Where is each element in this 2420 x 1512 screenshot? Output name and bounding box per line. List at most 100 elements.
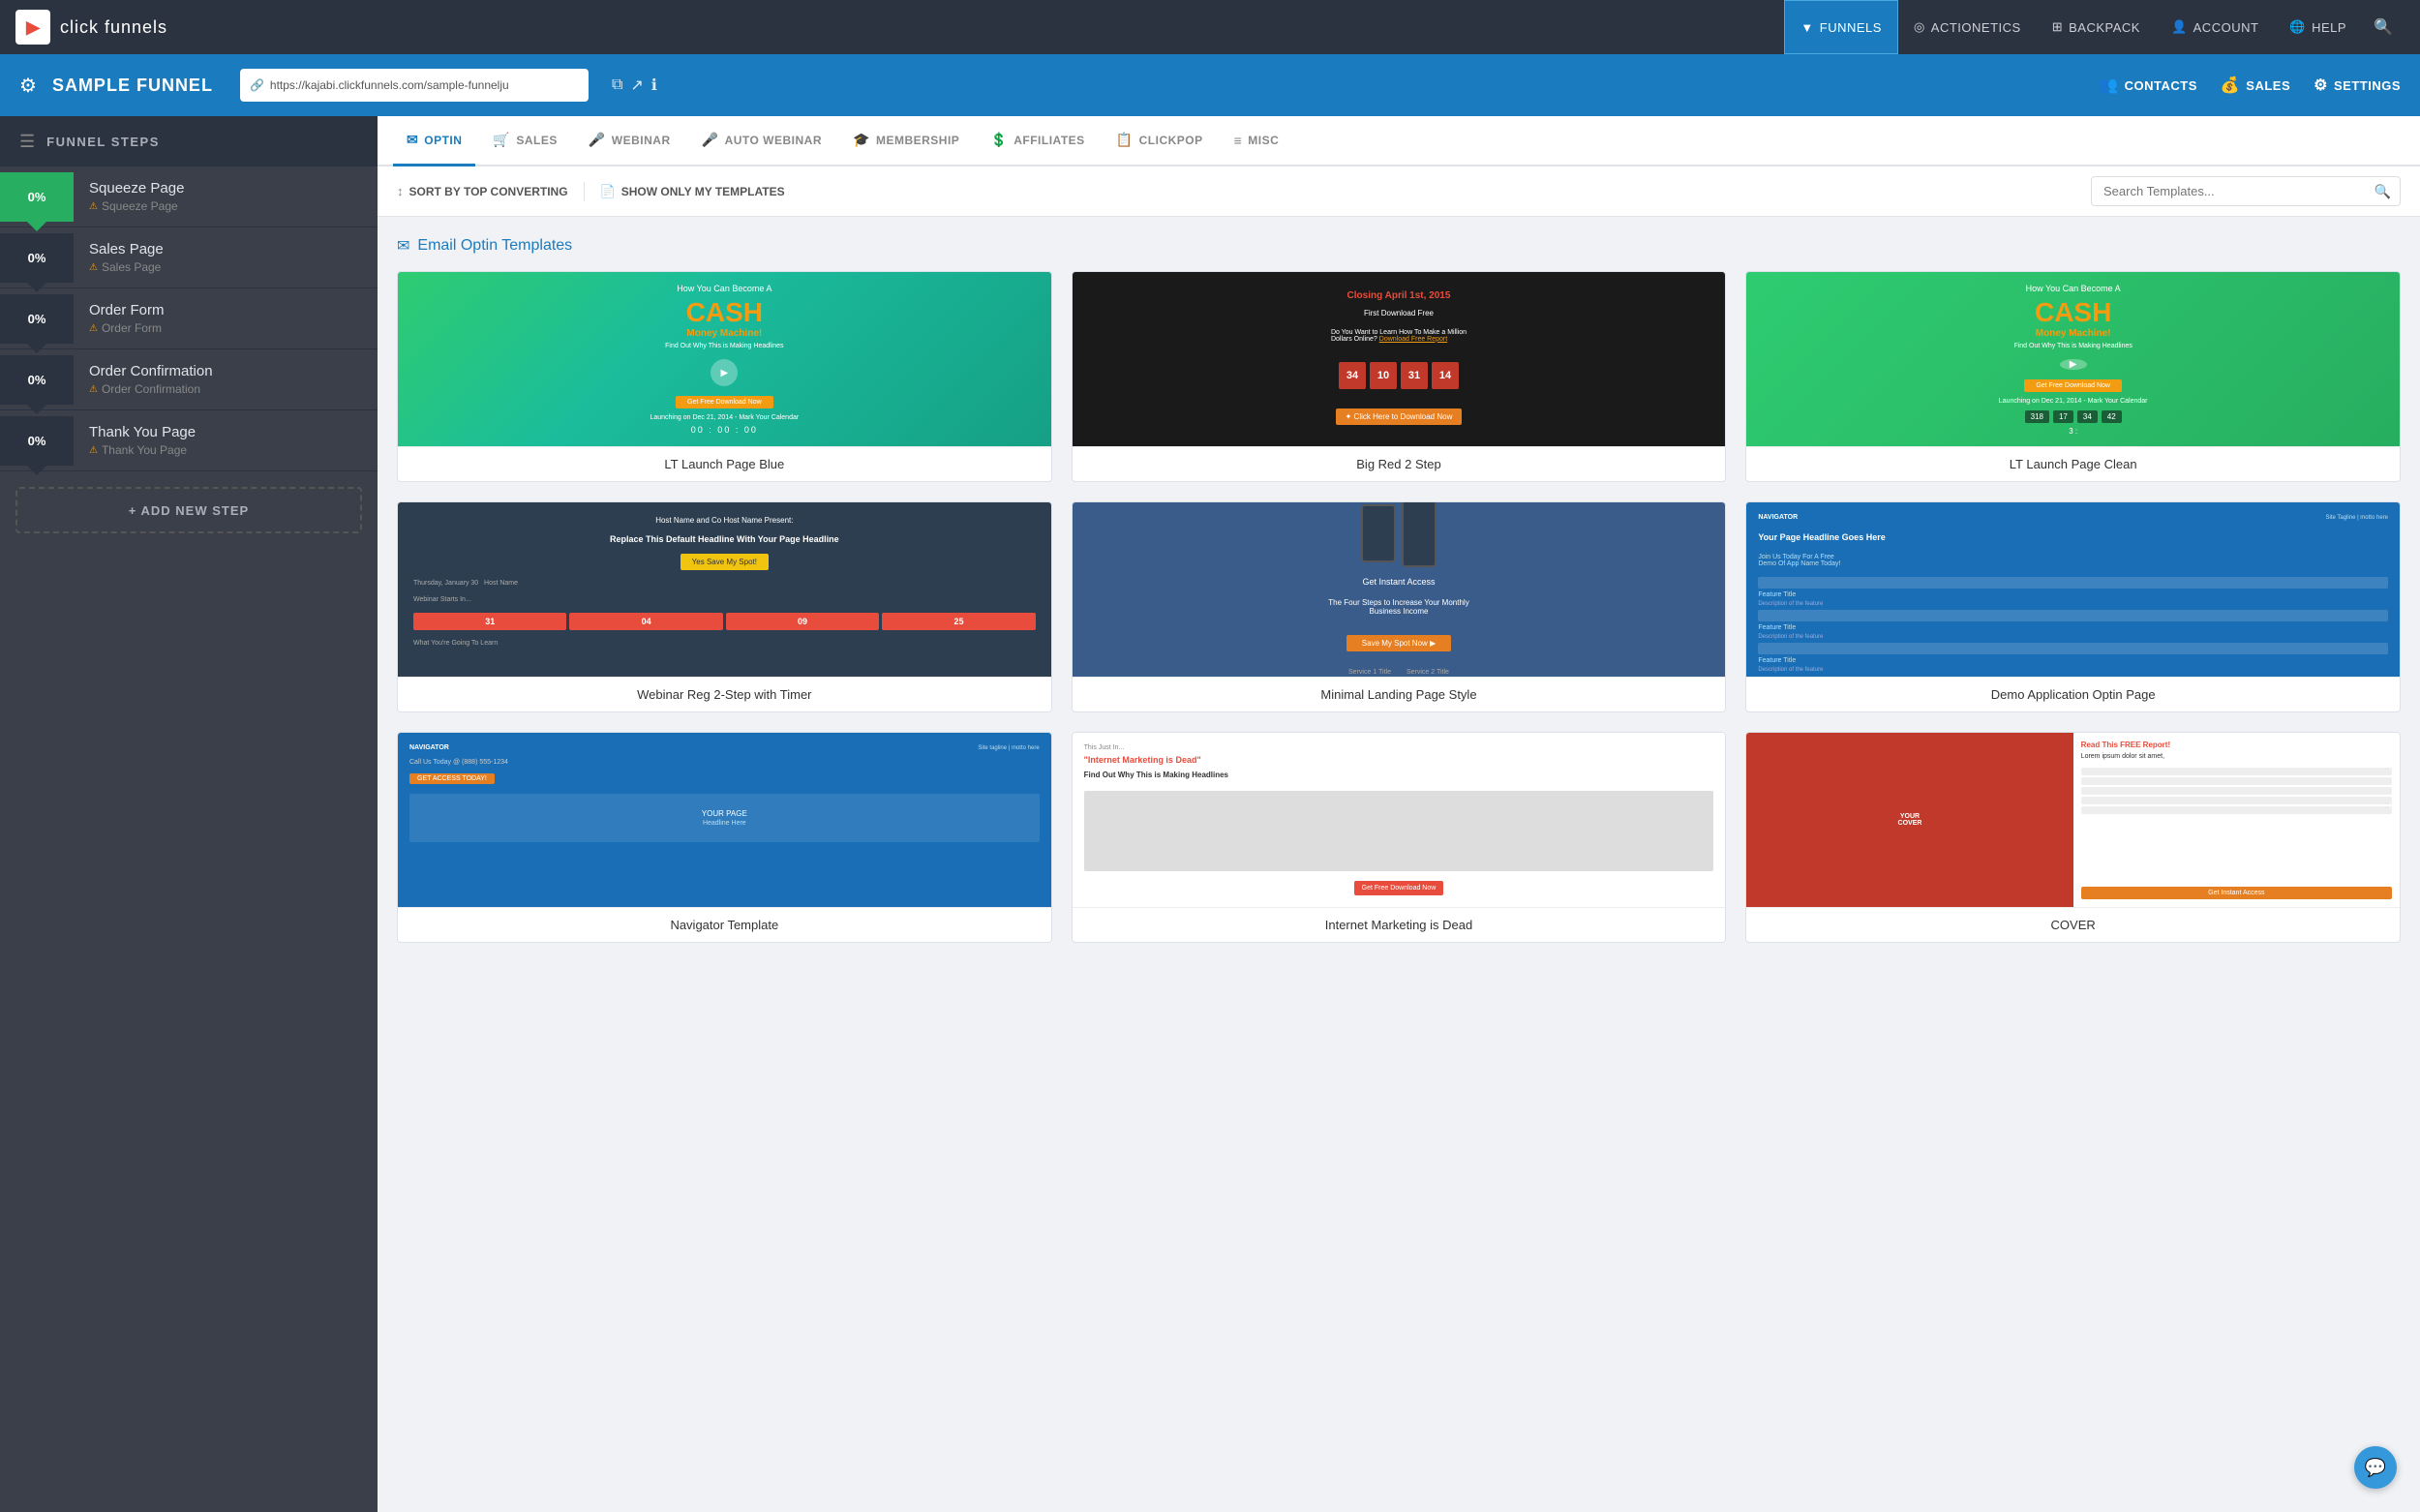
tab-membership[interactable]: 🎓 MEMBERSHIP <box>839 116 973 166</box>
template-thumb-internet: This Just In... "Internet Marketing is D… <box>1073 733 1726 907</box>
email-section-icon: ✉ <box>397 236 409 256</box>
nav-account[interactable]: 👤 ACCOUNT <box>2156 0 2274 54</box>
logo[interactable]: ▶ click funnels <box>15 10 167 45</box>
template-name-minimal: Minimal Landing Page Style <box>1073 677 1726 711</box>
chat-bubble-button[interactable]: 💬 <box>2354 1446 2397 1489</box>
warning-icon: ⚠ <box>89 201 98 212</box>
template-name-big-red: Big Red 2 Step <box>1073 446 1726 481</box>
sales-info: Sales Page ⚠ Sales Page <box>74 227 378 287</box>
template-cover[interactable]: YOURCOVER Read This FREE Report! Lorem i… <box>1745 732 2401 943</box>
thank-you-badge: 0% <box>0 416 74 466</box>
template-name-lt-blue: LT Launch Page Blue <box>398 446 1051 481</box>
warning-icon-4: ⚠ <box>89 384 98 395</box>
logo-text: click funnels <box>60 17 167 38</box>
sort-by-button[interactable]: ↕ SORT BY TOP CONVERTING <box>397 184 568 198</box>
sidebar-item-order-confirmation[interactable]: 0% Order Confirmation ⚠ Order Confirmati… <box>0 349 378 410</box>
template-thumb-lt-blue: How You Can Become A CASH Money Machine!… <box>398 272 1051 446</box>
template-internet[interactable]: This Just In... "Internet Marketing is D… <box>1072 732 1727 943</box>
settings-gear-icon[interactable]: ⚙ <box>19 74 37 98</box>
search-input[interactable] <box>2091 176 2401 206</box>
content-area: ✉ OPTIN 🛒 SALES 🎤 WEBINAR 🎤 AUTO WEBINAR… <box>378 116 2420 1512</box>
order-confirm-badge: 0% <box>0 355 74 405</box>
template-thumb-webinar: Host Name and Co Host Name Present: Repl… <box>398 502 1051 677</box>
thank-you-info: Thank You Page ⚠ Thank You Page <box>74 410 378 470</box>
squeeze-sub: ⚠ Squeeze Page <box>89 199 362 213</box>
order-confirm-sub: ⚠ Order Confirmation <box>89 382 362 396</box>
tab-misc[interactable]: ≡ MISC <box>1221 116 1293 166</box>
badge-arrow-dark <box>27 283 46 292</box>
tab-affiliates[interactable]: 💲 AFFILIATES <box>977 116 1098 166</box>
template-lt-clean[interactable]: How You Can Become A CASH Money Machine!… <box>1745 271 2401 482</box>
search-button[interactable]: 🔍 <box>2362 0 2405 54</box>
tab-clickpop[interactable]: 📋 CLICKPOP <box>1103 116 1217 166</box>
tab-webinar[interactable]: 🎤 WEBINAR <box>575 116 684 166</box>
gear-icon: ⚙ <box>2314 76 2328 95</box>
sort-icon: ↕ <box>397 184 404 198</box>
sidebar-item-squeeze[interactable]: 0% Squeeze Page ⚠ Squeeze Page <box>0 166 378 227</box>
sidebar-item-thank-you[interactable]: 0% Thank You Page ⚠ Thank You Page <box>0 410 378 471</box>
nav-backpack[interactable]: ⊞ BACKPACK <box>2037 0 2156 54</box>
squeeze-info: Squeeze Page ⚠ Squeeze Page <box>74 166 378 227</box>
section-title: ✉ Email Optin Templates <box>397 236 2401 256</box>
misc-tab-icon: ≡ <box>1234 133 1243 148</box>
affiliates-tab-icon: 💲 <box>990 132 1008 148</box>
template-big-red[interactable]: Closing April 1st, 2015 First Download F… <box>1072 271 1727 482</box>
order-form-sub: ⚠ Order Form <box>89 321 362 335</box>
squeeze-badge: 0% <box>0 172 74 222</box>
tab-optin[interactable]: ✉ OPTIN <box>393 116 475 166</box>
template-name-internet: Internet Marketing is Dead <box>1073 907 1726 942</box>
template-minimal[interactable]: Get Instant Access The Four Steps to Inc… <box>1072 501 1727 712</box>
templates-section: ✉ Email Optin Templates How You Can Beco… <box>378 217 2420 1512</box>
template-navigator[interactable]: NAVIGATOR Site tagline | motto here Call… <box>397 732 1052 943</box>
sidebar: ☰ FUNNEL STEPS 0% Squeeze Page ⚠ Squeeze… <box>0 116 378 1512</box>
warning-icon-5: ⚠ <box>89 445 98 456</box>
template-demo[interactable]: NAVIGATOR Site Tagline | motto here Your… <box>1745 501 2401 712</box>
search-icon: 🔍 <box>2375 183 2391 199</box>
squeeze-title: Squeeze Page <box>89 180 362 197</box>
sidebar-item-sales[interactable]: 0% Sales Page ⚠ Sales Page <box>0 227 378 288</box>
info-icon[interactable]: ℹ <box>651 76 657 95</box>
logo-icon: ▶ <box>15 10 50 45</box>
sales-badge: 0% <box>0 233 74 283</box>
top-nav: ▶ click funnels ▼ FUNNELS ◎ ACTIONETICS … <box>0 0 2420 54</box>
sidebar-title: FUNNEL STEPS <box>46 135 160 149</box>
template-webinar-reg[interactable]: Host Name and Co Host Name Present: Repl… <box>397 501 1052 712</box>
add-step-button[interactable]: + ADD NEW STEP <box>15 487 362 533</box>
sales-title: Sales Page <box>89 241 362 257</box>
funnel-title: SAMPLE FUNNEL <box>52 76 213 96</box>
link-icon: 🔗 <box>250 78 264 92</box>
nav-actionetics[interactable]: ◎ ACTIONETICS <box>1898 0 2037 54</box>
template-lt-launch-blue[interactable]: How You Can Become A CASH Money Machine!… <box>397 271 1052 482</box>
template-name-cover: COVER <box>1746 907 2400 942</box>
warning-icon-2: ⚠ <box>89 262 98 273</box>
help-icon: 🌐 <box>2289 19 2306 35</box>
sales-button[interactable]: 💰 SALES <box>2221 76 2290 95</box>
order-form-info: Order Form ⚠ Order Form <box>74 288 378 348</box>
actionetics-icon: ◎ <box>1914 19 1925 35</box>
main-layout: ☰ FUNNEL STEPS 0% Squeeze Page ⚠ Squeeze… <box>0 116 2420 1512</box>
template-thumb-demo: NAVIGATOR Site Tagline | motto here Your… <box>1746 502 2400 677</box>
template-thumb-big-red: Closing April 1st, 2015 First Download F… <box>1073 272 1726 446</box>
tab-auto-webinar[interactable]: 🎤 AUTO WEBINAR <box>688 116 835 166</box>
tab-sales[interactable]: 🛒 SALES <box>479 116 570 166</box>
copy-icon[interactable]: ⧉ <box>612 76 622 94</box>
funnel-settings-button[interactable]: ⚙ SETTINGS <box>2314 76 2401 95</box>
sales-icon: 💰 <box>2221 76 2240 95</box>
contacts-button[interactable]: 👥 CONTACTS <box>2099 76 2197 95</box>
filter-bar: ↕ SORT BY TOP CONVERTING 📄 SHOW ONLY MY … <box>378 166 2420 217</box>
funnel-url-bar: 🔗 https://kajabi.clickfunnels.com/sample… <box>240 69 589 102</box>
order-form-title: Order Form <box>89 302 362 318</box>
sales-tab-icon: 🛒 <box>493 132 510 148</box>
show-only-button[interactable]: 📄 SHOW ONLY MY TEMPLATES <box>600 184 785 199</box>
external-link-icon[interactable]: ↗ <box>630 76 643 95</box>
order-confirm-title: Order Confirmation <box>89 363 362 379</box>
filter-divider <box>584 182 585 201</box>
nav-help[interactable]: 🌐 HELP <box>2274 0 2362 54</box>
funnel-header: ⚙ SAMPLE FUNNEL 🔗 https://kajabi.clickfu… <box>0 54 2420 116</box>
tabs-bar: ✉ OPTIN 🛒 SALES 🎤 WEBINAR 🎤 AUTO WEBINAR… <box>378 116 2420 166</box>
membership-tab-icon: 🎓 <box>853 132 870 148</box>
sidebar-item-order-form[interactable]: 0% Order Form ⚠ Order Form <box>0 288 378 349</box>
optin-tab-icon: ✉ <box>407 132 418 148</box>
nav-funnels[interactable]: ▼ FUNNELS <box>1784 0 1898 54</box>
chat-icon: 💬 <box>2365 1458 2386 1478</box>
